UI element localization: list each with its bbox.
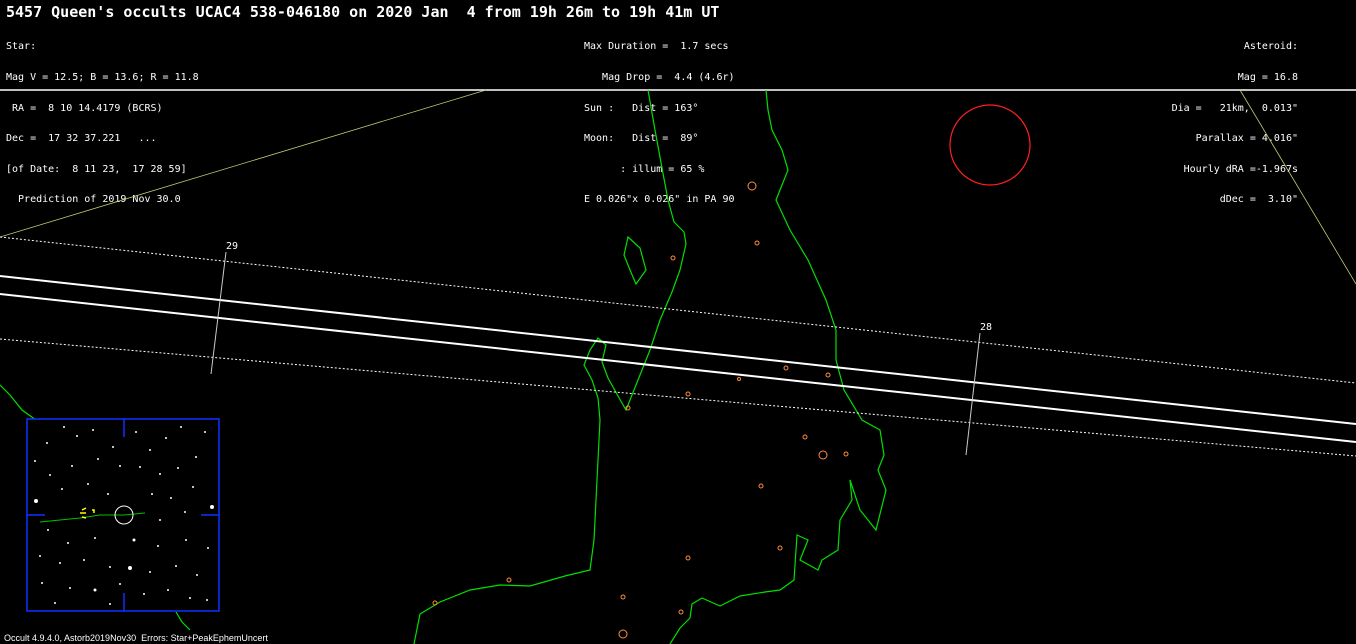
site-marker[interactable] <box>758 483 764 489</box>
time-tick-label: 28 <box>980 322 992 333</box>
site-marker[interactable] <box>670 255 676 261</box>
sky-outline-line <box>0 89 487 238</box>
site-marker[interactable] <box>620 594 626 600</box>
path-edge-north <box>0 275 1356 425</box>
path-limit-north <box>0 236 1356 384</box>
site-marker[interactable] <box>818 450 828 460</box>
asteroid-size-circle <box>949 104 1031 186</box>
time-tick-line <box>210 251 227 375</box>
site-marker[interactable] <box>685 555 691 561</box>
site-marker[interactable] <box>783 365 789 371</box>
time-tick-label: 29 <box>226 241 238 252</box>
software-footer: Occult 4.9.4.0, Astorb2019Nov30 Errors: … <box>4 633 268 643</box>
occultation-map[interactable]: 29 28 <box>0 0 1356 644</box>
site-marker[interactable] <box>825 372 831 378</box>
site-marker[interactable] <box>737 377 741 381</box>
site-marker[interactable] <box>678 609 684 615</box>
site-marker[interactable] <box>618 629 628 639</box>
site-marker[interactable] <box>843 451 849 457</box>
site-marker[interactable] <box>747 181 757 191</box>
site-marker[interactable] <box>685 391 691 397</box>
star-finder-chart <box>26 418 220 612</box>
site-marker[interactable] <box>777 545 783 551</box>
site-marker[interactable] <box>754 240 760 246</box>
sky-outline-line <box>1239 89 1356 285</box>
site-marker[interactable] <box>802 434 808 440</box>
site-marker[interactable] <box>506 577 512 583</box>
time-tick-line <box>965 332 981 456</box>
